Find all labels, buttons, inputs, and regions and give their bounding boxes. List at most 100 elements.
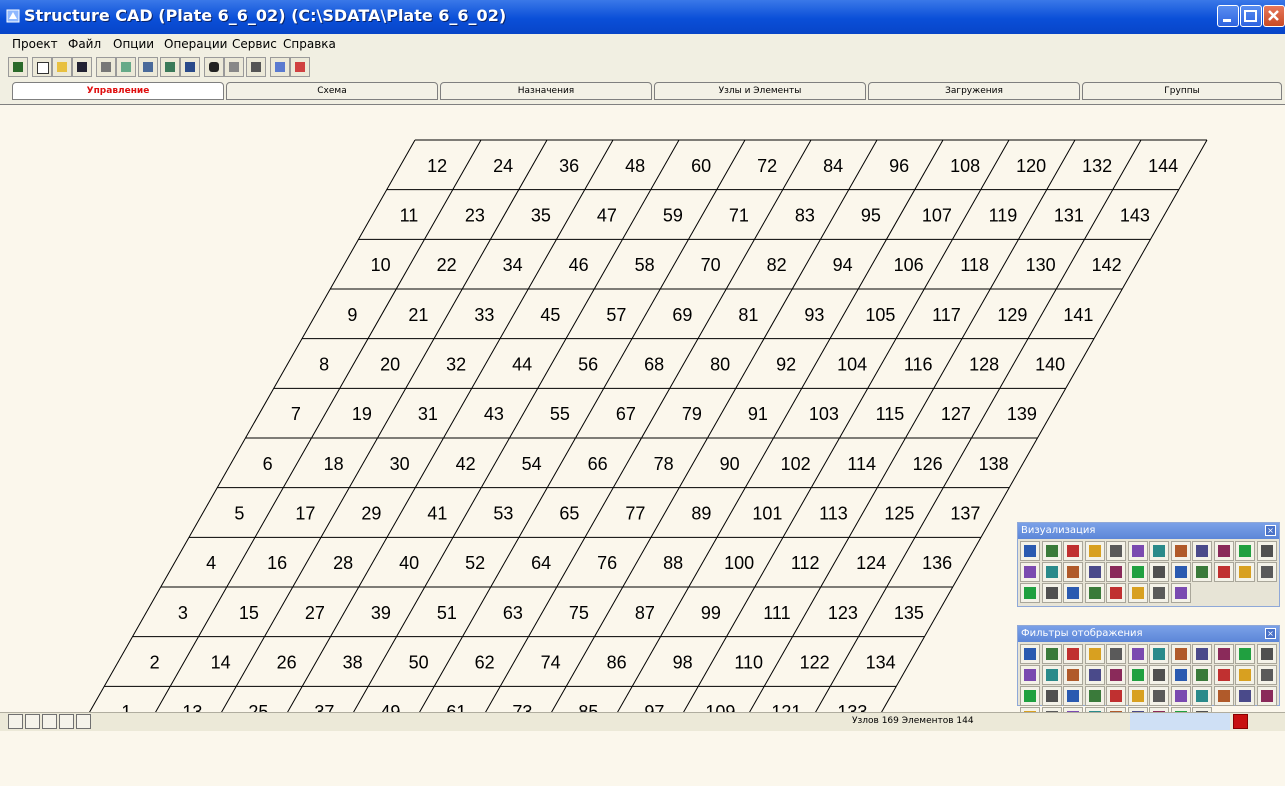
visualization-tool-button[interactable] <box>1020 583 1040 603</box>
element-number[interactable]: 87 <box>635 603 655 623</box>
element-number[interactable]: 120 <box>1016 156 1046 176</box>
element-number[interactable]: 58 <box>635 255 655 275</box>
filter-tool-button[interactable] <box>1235 644 1255 664</box>
layers-icon[interactable] <box>76 714 91 729</box>
element-number[interactable]: 47 <box>597 206 617 226</box>
element-number[interactable]: 137 <box>950 504 980 524</box>
element-number[interactable]: 111 <box>763 603 790 623</box>
element-number[interactable]: 97 <box>644 702 664 712</box>
element-number[interactable]: 95 <box>861 206 881 226</box>
visualization-tool-button[interactable] <box>1149 583 1169 603</box>
element-number[interactable]: 130 <box>1026 255 1056 275</box>
element-number[interactable]: 61 <box>446 702 466 712</box>
visualization-tool-button[interactable] <box>1063 562 1083 582</box>
visualization-tool-button[interactable] <box>1192 562 1212 582</box>
filter-tool-button[interactable] <box>1192 644 1212 664</box>
element-number[interactable]: 92 <box>776 355 796 375</box>
element-number[interactable]: 52 <box>465 553 485 573</box>
element-number[interactable]: 122 <box>800 653 830 673</box>
open-button[interactable] <box>52 57 72 77</box>
visualization-panel-close[interactable]: × <box>1265 525 1276 536</box>
element-number[interactable]: 93 <box>804 305 824 325</box>
element-number[interactable]: 7 <box>291 404 301 424</box>
tab-nodes-elements[interactable]: Узлы и Элементы <box>654 82 866 100</box>
element-number[interactable]: 129 <box>997 305 1027 325</box>
filter-tool-button[interactable] <box>1170 665 1191 685</box>
element-number[interactable]: 115 <box>876 404 905 424</box>
element-number[interactable]: 13 <box>182 702 202 712</box>
element-number[interactable]: 79 <box>682 404 702 424</box>
element-number[interactable]: 30 <box>390 454 410 474</box>
element-number[interactable]: 124 <box>856 553 886 573</box>
element-number[interactable]: 33 <box>474 305 494 325</box>
element-number[interactable]: 40 <box>399 553 419 573</box>
element-number[interactable]: 9 <box>347 305 357 325</box>
filter-tool-button[interactable] <box>1149 686 1169 706</box>
element-number[interactable]: 103 <box>809 404 839 424</box>
element-number[interactable]: 57 <box>606 305 626 325</box>
visualization-tool-button[interactable] <box>1041 583 1062 603</box>
element-number[interactable]: 144 <box>1148 156 1178 176</box>
filter-tool-button[interactable] <box>1020 665 1040 685</box>
element-number[interactable]: 51 <box>437 603 457 623</box>
element-number[interactable]: 10 <box>371 255 391 275</box>
menu-options[interactable]: Опции <box>113 37 154 51</box>
visualization-tool-button[interactable] <box>1256 541 1277 561</box>
element-number[interactable]: 26 <box>277 653 297 673</box>
element-number[interactable]: 37 <box>314 702 334 712</box>
element-number[interactable]: 54 <box>522 454 542 474</box>
element-number[interactable]: 50 <box>409 653 429 673</box>
element-number[interactable]: 11 <box>400 206 419 226</box>
element-number[interactable]: 62 <box>475 653 495 673</box>
element-number[interactable]: 118 <box>960 255 989 275</box>
element-number[interactable]: 143 <box>1120 206 1150 226</box>
element-number[interactable]: 109 <box>705 702 735 712</box>
report-button[interactable] <box>290 57 310 77</box>
filter-tool-button[interactable] <box>1149 644 1169 664</box>
element-number[interactable]: 89 <box>691 504 711 524</box>
visualization-tool-button[interactable] <box>1063 541 1083 561</box>
element-number[interactable]: 101 <box>752 504 782 524</box>
menu-file[interactable]: Файл <box>68 37 101 51</box>
element-number[interactable]: 43 <box>484 404 504 424</box>
element-number[interactable]: 99 <box>701 603 721 623</box>
visualization-tool-button[interactable] <box>1041 562 1062 582</box>
element-number[interactable]: 41 <box>427 504 447 524</box>
scheme-button[interactable] <box>138 57 158 77</box>
element-number[interactable]: 117 <box>932 305 961 325</box>
element-number[interactable]: 48 <box>625 156 645 176</box>
element-number[interactable]: 24 <box>493 156 513 176</box>
element-number[interactable]: 34 <box>503 255 523 275</box>
filters-panel-close[interactable]: × <box>1265 628 1276 639</box>
visualization-tool-button[interactable] <box>1256 562 1277 582</box>
element-number[interactable]: 80 <box>710 355 730 375</box>
filter-tool-button[interactable] <box>1127 665 1148 685</box>
element-number[interactable]: 141 <box>1063 305 1093 325</box>
element-number[interactable]: 39 <box>371 603 391 623</box>
element-number[interactable]: 70 <box>701 255 721 275</box>
exit-button[interactable] <box>8 57 28 77</box>
element-number[interactable]: 14 <box>211 653 231 673</box>
element-number[interactable]: 126 <box>913 454 943 474</box>
element-number[interactable]: 18 <box>324 454 344 474</box>
filter-tool-button[interactable] <box>1213 644 1234 664</box>
element-number[interactable]: 127 <box>941 404 971 424</box>
element-number[interactable]: 56 <box>578 355 598 375</box>
element-number[interactable]: 65 <box>559 504 579 524</box>
element-number[interactable]: 73 <box>512 702 532 712</box>
element-number[interactable]: 2 <box>150 653 160 673</box>
element-number[interactable]: 17 <box>295 504 315 524</box>
element-number[interactable]: 69 <box>672 305 692 325</box>
element-number[interactable]: 16 <box>267 553 287 573</box>
element-number[interactable]: 53 <box>493 504 513 524</box>
element-number[interactable]: 15 <box>239 603 259 623</box>
menu-service[interactable]: Сервис <box>232 37 277 51</box>
visualization-tool-button[interactable] <box>1149 541 1169 561</box>
element-number[interactable]: 44 <box>512 355 532 375</box>
filter-tool-button[interactable] <box>1020 644 1040 664</box>
element-number[interactable]: 77 <box>625 504 645 524</box>
filter-tool-button[interactable] <box>1041 686 1062 706</box>
element-number[interactable]: 139 <box>1007 404 1037 424</box>
visualization-tool-button[interactable] <box>1235 562 1255 582</box>
visualization-tool-button[interactable] <box>1084 562 1105 582</box>
